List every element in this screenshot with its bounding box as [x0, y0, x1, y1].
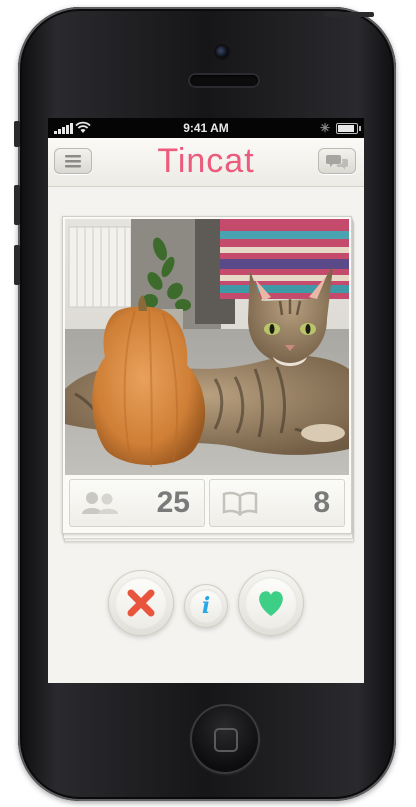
app-view: Tincat 25 8 i [48, 138, 364, 683]
people-icon [82, 492, 118, 514]
heart-icon [259, 591, 283, 616]
info-button[interactable]: i [184, 584, 228, 628]
friends-stat: 25 [69, 479, 205, 527]
like-button[interactable] [238, 570, 304, 636]
status-bar: 9:41 AM ✳ [48, 118, 364, 138]
x-icon [127, 589, 155, 617]
cat-and-pumpkin-photo [65, 219, 349, 475]
volume-up-button [14, 185, 20, 225]
mute-switch [14, 121, 20, 147]
earpiece-speaker [190, 75, 258, 86]
bluetooth-icon: ✳ [320, 121, 331, 135]
speech-bubbles-icon [326, 155, 348, 170]
like-button-face [245, 577, 297, 629]
app-title: Tincat [157, 142, 255, 180]
profile-card[interactable]: 25 8 [62, 216, 352, 534]
battery-icon [336, 123, 361, 134]
dislike-button[interactable] [108, 570, 174, 636]
phone-screen: 9:41 AM ✳ Tincat 25 8 i [48, 118, 364, 683]
friends-count: 25 [156, 486, 190, 519]
interests-count: 8 [313, 486, 330, 519]
home-square-icon [214, 728, 238, 752]
power-button [324, 12, 374, 17]
messages-button[interactable] [318, 148, 356, 174]
dislike-button-face [115, 577, 167, 629]
profile-photo [65, 219, 349, 475]
book-icon [222, 491, 258, 516]
front-camera [216, 46, 228, 58]
navigation-bar: Tincat [48, 138, 364, 187]
info-button-face: i [189, 589, 223, 623]
home-button[interactable] [190, 704, 260, 774]
info-icon: i [201, 593, 211, 619]
volume-down-button [14, 245, 20, 285]
status-time: 9:41 AM [183, 121, 229, 135]
interests-stat: 8 [209, 479, 345, 527]
